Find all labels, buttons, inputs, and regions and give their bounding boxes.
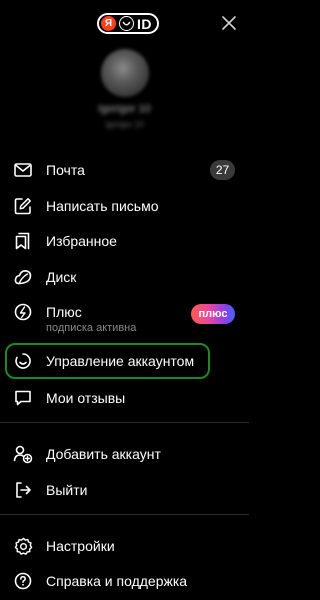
disk-label: Диск <box>46 269 77 285</box>
smile-icon <box>119 16 134 31</box>
compose-icon <box>13 196 33 216</box>
account-menu-panel: Я ID Igorigor 10 igorigor 10 Почта 27 На… <box>0 0 249 600</box>
divider <box>0 422 249 423</box>
highlight-outline <box>5 343 210 379</box>
reviews-icon <box>13 388 33 408</box>
yandex-id-logo: Я ID <box>97 13 159 34</box>
menu-item-reviews[interactable]: Мои отзывы <box>0 380 249 416</box>
menu-item-compose[interactable]: Написать письмо <box>0 188 249 224</box>
id-label: ID <box>137 15 152 32</box>
divider <box>0 514 249 515</box>
menu-item-add-account[interactable]: Добавить аккаунт <box>0 436 249 472</box>
compose-label: Написать письмо <box>46 198 159 214</box>
help-icon <box>13 571 33 591</box>
menu-item-disk[interactable]: Диск <box>0 259 249 295</box>
yandex-logo-icon: Я <box>101 16 116 31</box>
menu-item-logout[interactable]: Выйти <box>0 472 249 508</box>
logout-icon <box>13 480 33 500</box>
bookmark-icon <box>13 231 33 251</box>
plus-badge: плюс <box>191 304 235 324</box>
user-name: Igorigor 10 <box>98 103 151 115</box>
menu-item-settings[interactable]: Настройки <box>0 528 249 564</box>
plus-status: подписка активна <box>46 322 137 334</box>
disk-icon <box>13 267 33 287</box>
avatar[interactable] <box>101 49 149 97</box>
yandex-logo-letter: Я <box>104 17 113 29</box>
reviews-label: Мои отзывы <box>46 390 126 406</box>
close-icon <box>222 16 236 30</box>
logout-label: Выйти <box>46 482 88 498</box>
add-account-label: Добавить аккаунт <box>46 446 161 462</box>
plus-icon <box>13 302 33 322</box>
settings-icon <box>13 536 33 556</box>
menu-item-favorites[interactable]: Избранное <box>0 223 249 259</box>
close-button[interactable] <box>219 13 239 33</box>
settings-label: Настройки <box>46 538 115 554</box>
help-label: Справка и поддержка <box>46 573 188 589</box>
add-account-icon <box>13 444 33 464</box>
menu-item-help[interactable]: Справка и поддержка <box>0 563 249 599</box>
favorites-label: Избранное <box>46 233 117 249</box>
mail-icon <box>13 160 33 180</box>
mail-label: Почта <box>46 162 85 178</box>
mail-count-badge: 27 <box>210 160 235 180</box>
user-login: igorigor 10 <box>105 120 144 129</box>
plus-label: Плюс <box>46 304 82 320</box>
